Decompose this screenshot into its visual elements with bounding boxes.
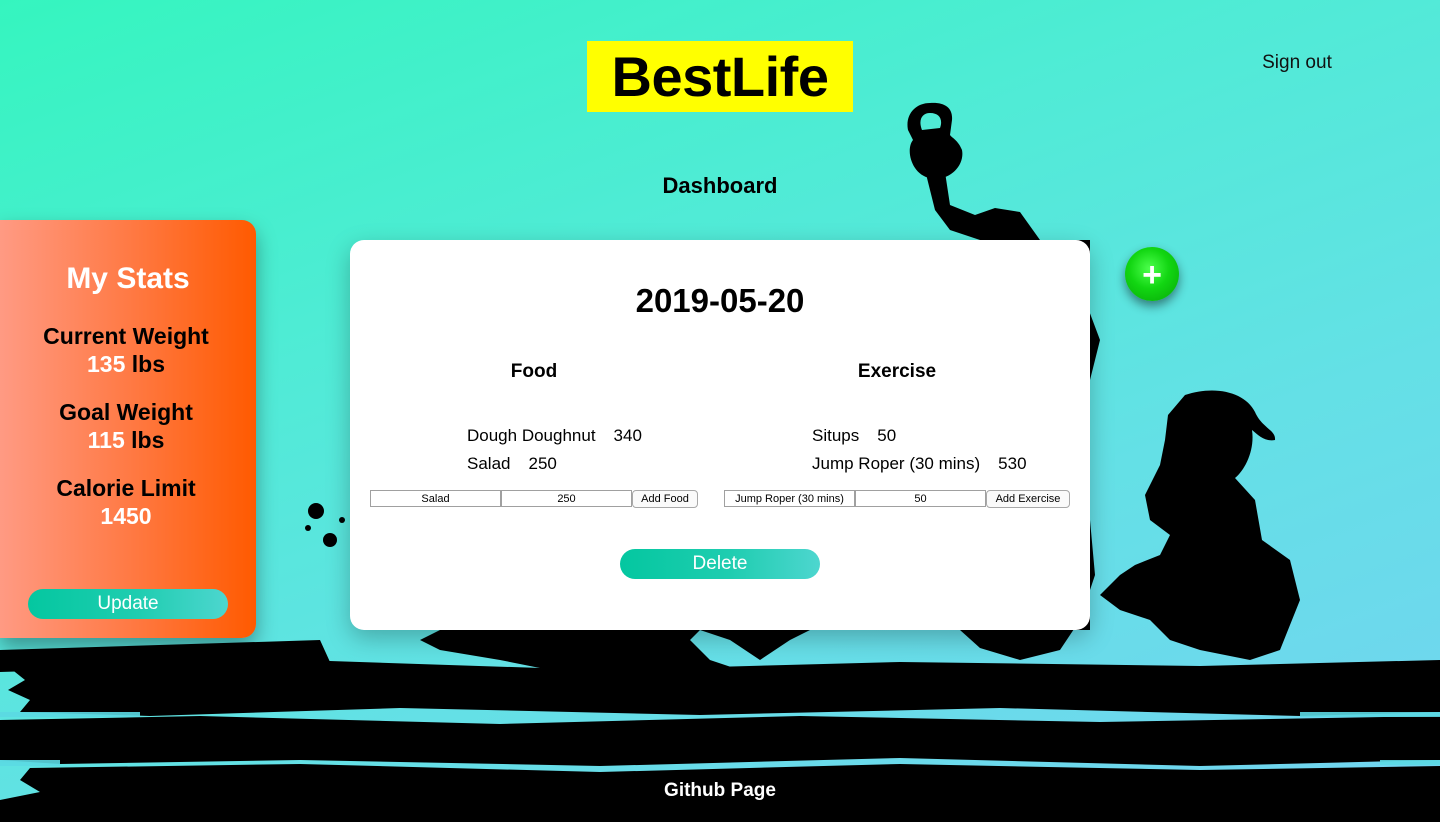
food-item: Salad 250 bbox=[467, 454, 557, 474]
delete-day-button[interactable]: Delete bbox=[620, 549, 820, 579]
current-weight-value: 135 bbox=[87, 351, 126, 377]
exercise-item-calories: 50 bbox=[877, 426, 897, 445]
page-title: Dashboard bbox=[662, 173, 778, 198]
add-exercise-button[interactable]: Add Exercise bbox=[986, 490, 1070, 508]
plus-icon: + bbox=[1142, 256, 1162, 294]
exercise-item-name: Jump Roper (30 mins) bbox=[812, 454, 981, 473]
day-card: 2019-05-20 Food Exercise Dough Doughnut 3… bbox=[350, 240, 1090, 630]
current-weight-stat: Current Weight 135 lbs bbox=[0, 322, 252, 378]
goal-weight-label: Goal Weight bbox=[59, 399, 193, 425]
food-heading: Food bbox=[510, 361, 558, 382]
add-day-button[interactable]: + bbox=[1125, 247, 1179, 301]
app-logo-text: BestLife bbox=[611, 45, 829, 108]
current-weight-label: Current Weight bbox=[43, 323, 209, 349]
stats-title: My Stats bbox=[66, 262, 190, 295]
goal-weight-stat: Goal Weight 115 lbs bbox=[0, 398, 252, 454]
exercise-heading: Exercise bbox=[857, 361, 937, 382]
exercise-item-calories: 530 bbox=[998, 454, 1027, 473]
food-item: Dough Doughnut 340 bbox=[467, 426, 642, 446]
food-item-name: Salad bbox=[467, 454, 511, 473]
food-item-calories: 340 bbox=[613, 426, 642, 445]
exercise-item-name: Situps bbox=[812, 426, 860, 445]
add-food-button[interactable]: Add Food bbox=[632, 490, 698, 508]
sign-out-link[interactable]: Sign out bbox=[1240, 52, 1354, 74]
food-name-input[interactable] bbox=[370, 490, 501, 507]
day-date: 2019-05-20 bbox=[635, 282, 805, 319]
food-item-name: Dough Doughnut bbox=[467, 426, 596, 445]
app-logo[interactable]: BestLife bbox=[587, 41, 853, 112]
calorie-limit-label: Calorie Limit bbox=[56, 475, 196, 501]
exercise-item: Situps 50 bbox=[812, 426, 896, 446]
current-weight-unit: lbs bbox=[131, 351, 165, 377]
exercise-name-input[interactable] bbox=[724, 490, 855, 507]
exercise-item: Jump Roper (30 mins) 530 bbox=[812, 454, 1027, 474]
github-page-link[interactable]: Github Page bbox=[570, 780, 870, 802]
update-stats-button[interactable]: Update bbox=[28, 589, 228, 619]
food-item-calories: 250 bbox=[528, 454, 557, 473]
my-stats-panel: My Stats Current Weight 135 lbs Goal Wei… bbox=[0, 220, 256, 638]
food-calories-input[interactable] bbox=[501, 490, 632, 507]
exercise-calories-input[interactable] bbox=[855, 490, 986, 507]
goal-weight-value: 115 bbox=[87, 427, 125, 453]
goal-weight-unit: lbs bbox=[131, 427, 165, 453]
calorie-limit-value: 1450 bbox=[100, 503, 152, 529]
calorie-limit-stat: Calorie Limit 1450 bbox=[0, 474, 252, 530]
